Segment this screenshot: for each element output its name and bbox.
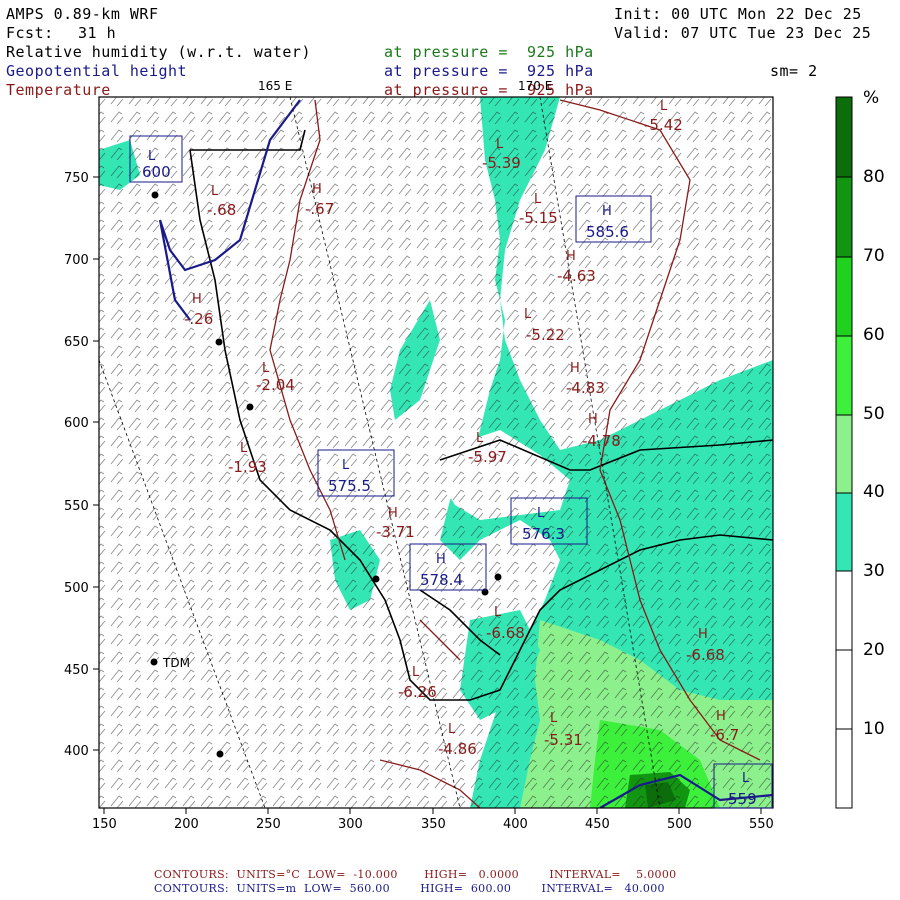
y-tick: 550: [64, 499, 89, 514]
height-label-value: 575.5: [328, 477, 371, 495]
wind-barbs: [99, 97, 773, 808]
y-tick: 750: [64, 171, 89, 186]
colorbar-label: 20: [863, 640, 885, 660]
longitude-label-165e: 165 E: [258, 79, 292, 93]
y-tick: 500: [64, 581, 89, 596]
temp-label-value: -4.78: [582, 432, 621, 450]
height-label-value: 600: [142, 163, 171, 181]
colorbar-unit: %: [863, 88, 880, 108]
x-tick-labels: 150 200 250 300 350 400 450 500 550: [92, 817, 774, 832]
colorbar-swatch-80: [836, 97, 852, 177]
temp-label-type: H: [388, 506, 398, 521]
colorbar-swatch-30: [836, 493, 852, 571]
height-contour-info: CONTOURS: UNITS=m LOW= 560.00 HIGH= 600.…: [154, 882, 665, 895]
colorbar-label: 60: [863, 325, 885, 345]
temp-label-value: -.26: [184, 310, 213, 328]
x-tick: 500: [667, 817, 692, 832]
temp-label-value: -.68: [207, 201, 236, 219]
y-tick: 400: [64, 744, 89, 759]
temp-label-value: -4.63: [557, 267, 596, 285]
temp-label-type: H: [588, 412, 598, 427]
x-tick: 550: [749, 817, 774, 832]
height-label-value: 578.4: [420, 571, 463, 589]
x-tick: 300: [338, 817, 363, 832]
x-tick: 200: [174, 817, 199, 832]
height-label-type: H: [602, 204, 612, 219]
colorbar-label: 80: [863, 167, 885, 187]
colorbar-label: 30: [863, 561, 885, 581]
x-tick: 450: [585, 817, 610, 832]
temp-label-value: -5.31: [544, 731, 583, 749]
height-label-type: L: [148, 149, 156, 164]
temp-label-value: -3.71: [376, 523, 415, 541]
x-tick: 250: [256, 817, 281, 832]
colorbar-label: 10: [863, 719, 885, 739]
temp-label-type: L: [524, 307, 532, 322]
temp-label-type: L: [550, 711, 558, 726]
temp-label-type: L: [496, 137, 504, 152]
temp-label-type: L: [240, 441, 248, 456]
temp-label-type: L: [534, 192, 542, 207]
y-tick: 700: [64, 253, 89, 268]
x-tick: 400: [503, 817, 528, 832]
temp-label-type: L: [211, 184, 219, 199]
temp-contour-info: CONTOURS: UNITS=°C LOW= -10.000 HIGH= 0.…: [154, 868, 677, 881]
temp-label-type: L: [448, 722, 456, 737]
temp-label-type: H: [716, 709, 726, 724]
temp-label-type: H: [570, 361, 580, 376]
temp-label-type: H: [192, 292, 202, 307]
temp-label-value: -6.7: [710, 726, 739, 744]
y-tick: 600: [64, 416, 89, 431]
colorbar-label: 40: [863, 482, 885, 502]
x-tick: 350: [421, 817, 446, 832]
height-label-value: 585.6: [586, 223, 629, 241]
temp-label-value: -1.93: [228, 458, 267, 476]
temp-label-type: L: [660, 99, 668, 114]
temp-label-value: -6.68: [486, 624, 525, 642]
map-panel: 150 200 250 300 350 400 450 500 550 750 …: [64, 79, 853, 832]
station-label: TDM: [162, 656, 190, 670]
height-label-type: L: [342, 458, 350, 473]
colorbar-swatch-60: [836, 257, 852, 336]
x-tick: 150: [92, 817, 117, 832]
temp-label-value: -4.86: [438, 740, 477, 758]
colorbar-swatch-70: [836, 177, 852, 257]
y-tick-labels: 750 700 650 600 550 500 450 400: [64, 171, 89, 759]
temp-label-value: -6.68: [686, 646, 725, 664]
temp-label-value: -5.97: [468, 448, 507, 466]
temp-label-value: -5.15: [519, 209, 558, 227]
temp-label-value: -5.39: [482, 154, 521, 172]
longitude-label-170e: 170 E: [518, 79, 552, 93]
colorbar: [835, 96, 853, 809]
height-label-type: H: [436, 552, 446, 567]
height-label-value: 559: [728, 790, 757, 808]
temp-label-value: -4.83: [566, 379, 605, 397]
temp-label-value: -6.26: [398, 683, 437, 701]
temp-label-type: H: [566, 249, 576, 264]
height-label-type: L: [742, 771, 750, 786]
map-field-layer: [99, 97, 773, 808]
temp-label-type: L: [262, 361, 270, 376]
temp-label-type: L: [412, 665, 420, 680]
height-label-type: L: [537, 506, 545, 521]
temp-label-type: H: [698, 627, 708, 642]
temp-label-value: -5.42: [644, 116, 683, 134]
y-tick: 650: [64, 335, 89, 350]
temp-label-type: L: [494, 605, 502, 620]
temp-label-value: -.67: [305, 200, 334, 218]
temp-label-type: L: [476, 431, 484, 446]
temp-label-type: H: [312, 182, 322, 197]
temp-label-value: -5.22: [526, 326, 565, 344]
colorbar-swatch-40: [836, 415, 852, 493]
colorbar-swatch-50: [836, 336, 852, 415]
colorbar-label: 50: [863, 404, 885, 424]
colorbar-label: 70: [863, 246, 885, 266]
colorbar-swatch-low: [836, 571, 852, 808]
y-tick: 450: [64, 663, 89, 678]
height-label-value: 576.3: [522, 525, 565, 543]
temp-label-value: -2.04: [256, 376, 295, 394]
